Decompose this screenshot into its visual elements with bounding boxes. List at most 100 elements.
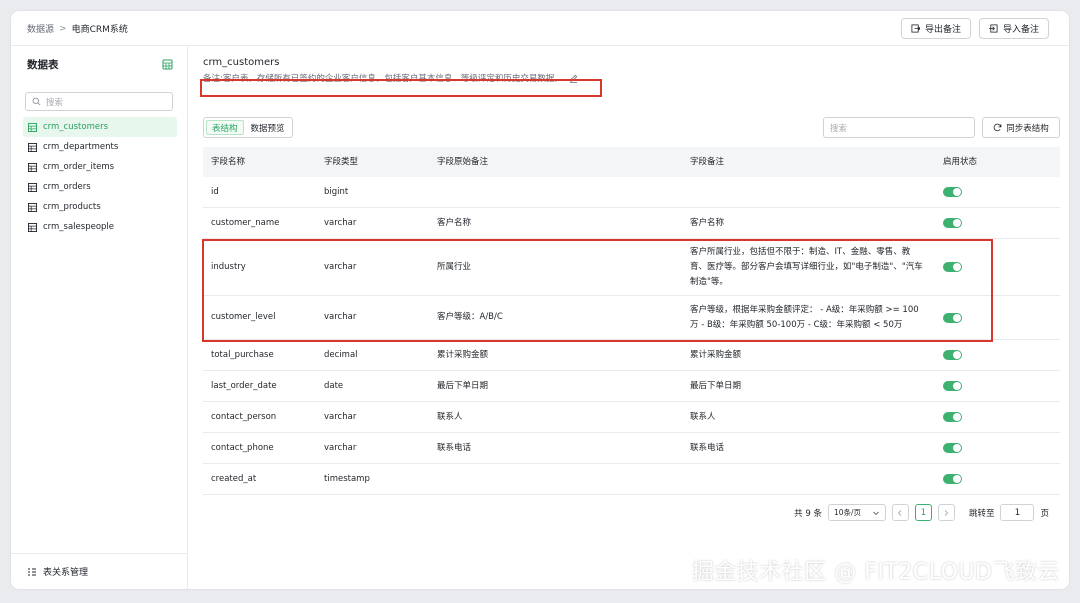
breadcrumb-current: 电商CRM系统 [71, 25, 128, 35]
total-count: 共 9 条 [794, 508, 822, 519]
field-enabled-cell [935, 412, 1060, 422]
tab-data-preview[interactable]: 数据预览 [246, 120, 290, 135]
field-name: created_at [211, 473, 257, 484]
table-remark: 备注:客户表，存储所有已签约的企业客户信息，包括客户基本信息、等级评定和历史交易… [203, 72, 578, 84]
table-icon [28, 142, 37, 152]
field-remark[interactable]: 联系人 [682, 410, 935, 425]
relations-icon [28, 568, 36, 575]
sidebar-header: 数据表 [27, 57, 173, 72]
field-name: customer_name [211, 217, 280, 228]
sidebar-item-crm-departments[interactable]: crm_departments [23, 137, 177, 157]
column-header-enabled: 启用状态 [943, 156, 978, 167]
view-tabs: 表结构 数据预览 [203, 117, 293, 138]
sidebar: 数据表 搜索 crm_customers crm_departments crm… [11, 46, 188, 589]
field-type: bigint [324, 186, 349, 197]
table-icon [28, 182, 37, 192]
table-row: contact_phone varchar 联系电话 联系电话 [203, 433, 1060, 464]
edit-icon[interactable] [569, 74, 578, 83]
goto-label: 跳转至 [968, 508, 995, 519]
field-name: contact_person [211, 411, 277, 422]
enabled-toggle[interactable] [943, 350, 962, 360]
field-type: varchar [324, 411, 357, 422]
top-actions: 导出备注 导入备注 [900, 18, 1049, 39]
sidebar-item-crm-orders[interactable]: crm_orders [23, 177, 177, 197]
field-type: varchar [324, 261, 357, 272]
breadcrumb-datasource[interactable]: 数据源 [27, 22, 54, 35]
field-type: date [324, 380, 344, 391]
field-search-placeholder: 搜索 [830, 123, 848, 134]
field-name: last_order_date [211, 380, 277, 391]
sidebar-item-crm-salespeople[interactable]: crm_salespeople [23, 217, 177, 237]
table-row: contact_person varchar 联系人 联系人 [203, 402, 1060, 433]
enabled-toggle[interactable] [943, 312, 962, 323]
field-search-input[interactable]: 搜索 [823, 117, 975, 138]
enabled-toggle[interactable] [943, 218, 962, 228]
app-window: 数据源 > 电商CRM系统 导出备注 导入备注 数据表 搜索 crm_custo… [11, 11, 1069, 589]
sidebar-item-label: crm_departments [43, 142, 119, 152]
field-remark[interactable]: 最后下单日期 [682, 379, 935, 394]
sidebar-item-label: crm_salespeople [43, 222, 115, 232]
next-page-button[interactable] [937, 504, 955, 521]
table-row: customer_level varchar 客户等级：A/B/C 客户等级，根… [203, 296, 1060, 340]
field-original-remark: 客户等级：A/B/C [437, 312, 503, 322]
import-remarks-button[interactable]: 导入备注 [978, 18, 1049, 39]
field-name: id [211, 186, 219, 197]
field-original-remark: 联系人 [437, 411, 463, 422]
field-name: total_purchase [211, 349, 274, 360]
field-remark[interactable]: 联系电话 [682, 441, 935, 456]
export-remarks-button[interactable]: 导出备注 [900, 18, 971, 39]
field-remark[interactable]: 客户等级，根据年采购金额评定： - A级：年采购额 >= 100万 - B级：年… [682, 303, 935, 333]
column-header-original-remark: 字段原始备注 [437, 156, 489, 167]
table-relations-label: 表关系管理 [43, 568, 89, 578]
field-name: contact_phone [211, 442, 274, 453]
table-title: crm_customers [203, 57, 280, 68]
enabled-toggle[interactable] [943, 474, 962, 484]
sidebar-search-input[interactable]: 搜索 [25, 92, 173, 111]
enabled-toggle[interactable] [943, 443, 962, 453]
prev-page-button[interactable] [891, 504, 909, 521]
table-row: created_at timestamp [203, 464, 1060, 495]
enabled-toggle[interactable] [943, 381, 962, 391]
refresh-icon [993, 123, 1002, 132]
table-relations-button[interactable]: 表关系管理 [11, 553, 187, 589]
field-enabled-cell [935, 262, 1060, 272]
table-icon [28, 122, 37, 132]
import-icon [988, 24, 998, 33]
fields-table: 字段名称 字段类型 字段原始备注 字段备注 启用状态 id bigint cus… [203, 147, 1060, 495]
field-enabled-cell [935, 350, 1060, 360]
field-remark[interactable]: 客户名称 [682, 216, 935, 231]
page-number-current[interactable]: 1 [914, 504, 932, 521]
table-row: total_purchase decimal 累计采购金额 累计采购金额 [203, 340, 1060, 371]
field-remark[interactable]: 客户所属行业，包括但不限于：制造、IT、金融、零售、教育、医疗等。部分客户会填写… [682, 245, 935, 290]
field-type: varchar [324, 442, 357, 453]
field-name: customer_level [211, 312, 276, 322]
enabled-toggle[interactable] [943, 412, 962, 422]
sidebar-item-crm-customers[interactable]: crm_customers [23, 117, 177, 137]
field-enabled-cell [935, 381, 1060, 391]
field-type: varchar [324, 217, 357, 228]
watermark: 掘金技术社区 @ FIT2CLOUD飞致云 [691, 560, 1060, 585]
sidebar-item-label: crm_products [43, 202, 101, 212]
enabled-toggle[interactable] [943, 187, 962, 197]
page-size-value: 10条/页 [833, 508, 862, 517]
table-row: last_order_date date 最后下单日期 最后下单日期 [203, 371, 1060, 402]
column-header-remark: 字段备注 [690, 156, 725, 167]
table-row: industry varchar 所属行业 客户所属行业，包括但不限于：制造、I… [203, 239, 1060, 296]
enabled-toggle[interactable] [943, 262, 962, 272]
main-panel: crm_customers 备注:客户表，存储所有已签约的企业客户信息，包括客户… [189, 46, 1069, 589]
sync-structure-button[interactable]: 同步表结构 [982, 117, 1060, 138]
table-row: id bigint [203, 177, 1060, 208]
table-icon [28, 202, 37, 212]
sidebar-item-crm-products[interactable]: crm_products [23, 197, 177, 217]
field-remark[interactable]: 累计采购金额 [682, 348, 935, 363]
sidebar-title: 数据表 [27, 59, 59, 71]
field-original-remark: 联系电话 [437, 442, 472, 453]
table-grid-icon[interactable] [162, 59, 173, 70]
tab-structure[interactable]: 表结构 [206, 120, 244, 135]
page-size-select[interactable]: 10条/页 [827, 504, 886, 521]
goto-page-input[interactable]: 1 [1000, 504, 1035, 521]
sidebar-item-crm-order-items[interactable]: crm_order_items [23, 157, 177, 177]
field-enabled-cell [935, 474, 1060, 484]
field-original-remark: 客户名称 [437, 217, 472, 228]
search-icon [32, 97, 41, 106]
